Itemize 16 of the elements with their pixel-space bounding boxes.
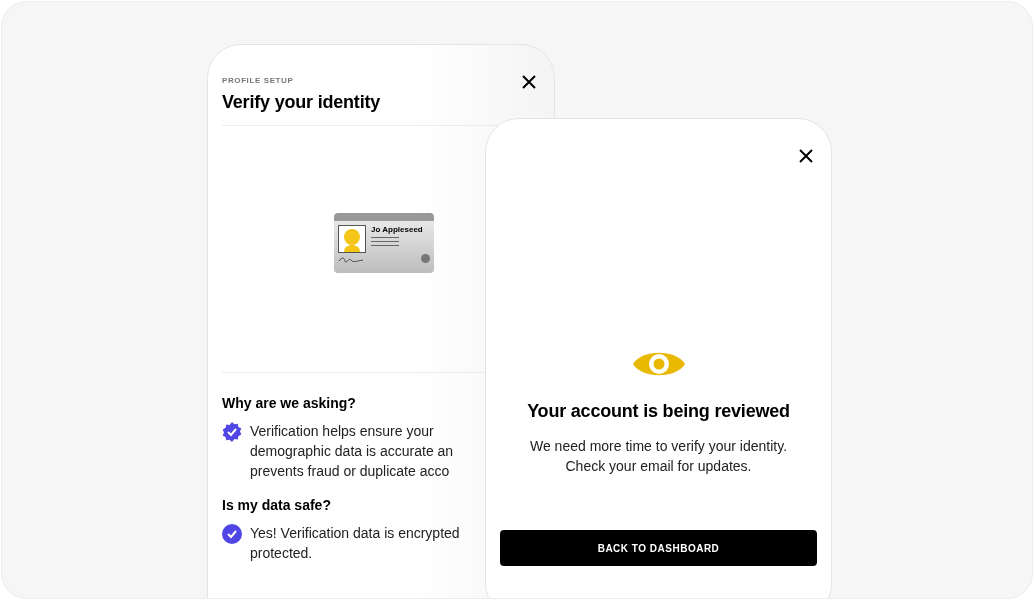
panel-title: Verify your identity xyxy=(222,92,381,113)
verified-badge-icon xyxy=(222,422,242,442)
close-icon[interactable] xyxy=(522,75,536,89)
check-circle-icon xyxy=(222,524,242,544)
close-icon[interactable] xyxy=(799,149,813,163)
section-label: PROFILE SETUP xyxy=(222,76,295,85)
id-name: Jo Appleseed xyxy=(371,225,423,234)
question-heading: Is my data safe? xyxy=(222,497,332,513)
person-silhouette-icon xyxy=(338,225,366,253)
signature-icon xyxy=(338,254,364,263)
review-title: Your account is being reviewed xyxy=(527,401,790,422)
answer-text: Verification helps ensure your demographic data is accurate an prevents fraud or duplicate acco xyxy=(250,422,454,481)
back-to-dashboard-button[interactable]: BACK TO DASHBOARD xyxy=(500,530,817,566)
seal-icon xyxy=(421,254,430,263)
review-message: We need more time to verify your identity. Check your email for updates. xyxy=(530,437,787,476)
answer-text: Yes! Verification data is encrypted protected. xyxy=(250,524,460,563)
